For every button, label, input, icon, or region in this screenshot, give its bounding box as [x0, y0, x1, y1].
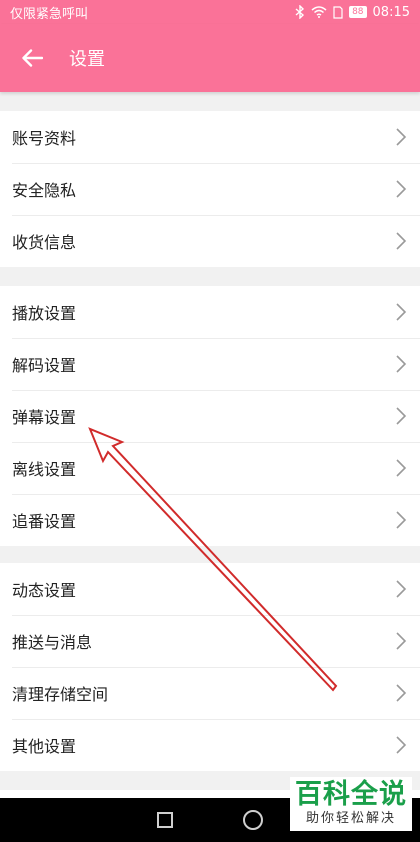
settings-item-push-messages[interactable]: 推送与消息	[0, 615, 420, 667]
settings-item-playback[interactable]: 播放设置	[0, 286, 420, 338]
settings-group-account: 账号资料 安全隐私 收货信息	[0, 111, 420, 267]
watermark-title: 百科全说	[295, 779, 407, 810]
watermark-logo: 百科全说 助你轻松解决	[290, 777, 412, 831]
square-icon[interactable]	[157, 812, 173, 828]
chevron-right-icon	[396, 180, 407, 198]
chevron-right-icon	[396, 511, 407, 529]
chevron-right-icon	[396, 355, 407, 373]
settings-item-label: 其他设置	[12, 737, 77, 756]
settings-item-label: 清理存储空间	[12, 685, 109, 704]
status-bar: 仅限紧急呼叫 88 08:15	[0, 0, 420, 24]
settings-item-feed[interactable]: 动态设置	[0, 563, 420, 615]
back-button[interactable]	[2, 24, 62, 92]
chevron-right-icon	[396, 232, 407, 250]
app-bar: 设置	[0, 24, 420, 92]
sim-icon	[333, 5, 343, 19]
chevron-right-icon	[396, 407, 407, 425]
wifi-icon	[311, 6, 327, 18]
settings-item-decoding[interactable]: 解码设置	[0, 338, 420, 390]
settings-item-label: 追番设置	[12, 512, 77, 531]
clock: 08:15	[372, 4, 410, 20]
settings-item-shipping-info[interactable]: 收货信息	[0, 215, 420, 267]
status-icons: 88 08:15	[295, 5, 410, 20]
page-title: 设置	[69, 49, 105, 70]
settings-item-label: 解码设置	[12, 356, 77, 375]
settings-item-label: 安全隐私	[12, 181, 77, 200]
settings-item-label: 收货信息	[12, 233, 77, 252]
chevron-right-icon	[396, 736, 407, 754]
watermark-subtitle: 助你轻松解决	[305, 811, 396, 826]
chevron-right-icon	[396, 684, 407, 702]
chevron-right-icon	[396, 459, 407, 477]
settings-item-label: 动态设置	[12, 581, 77, 600]
settings-item-security-privacy[interactable]: 安全隐私	[0, 163, 420, 215]
settings-item-other[interactable]: 其他设置	[0, 719, 420, 771]
settings-item-label: 推送与消息	[12, 633, 93, 652]
arrow-left-icon	[22, 49, 43, 67]
settings-item-label: 离线设置	[12, 460, 77, 479]
circle-icon[interactable]	[243, 810, 263, 830]
settings-item-label: 账号资料	[12, 129, 77, 148]
chevron-right-icon	[396, 632, 407, 650]
settings-item-label: 弹幕设置	[12, 408, 77, 427]
chevron-right-icon	[396, 303, 407, 321]
carrier-text: 仅限紧急呼叫	[10, 6, 89, 22]
bluetooth-icon	[295, 5, 305, 19]
settings-item-clear-storage[interactable]: 清理存储空间	[0, 667, 420, 719]
settings-group-playback: 播放设置 解码设置 弹幕设置 离线设置 追番设置	[0, 286, 420, 546]
settings-item-offline[interactable]: 离线设置	[0, 442, 420, 494]
settings-group-other: 动态设置 推送与消息 清理存储空间 其他设置	[0, 563, 420, 771]
chevron-right-icon	[396, 580, 407, 598]
settings-item-danmaku[interactable]: 弹幕设置	[0, 390, 420, 442]
battery-icon: 88	[349, 6, 367, 18]
settings-item-label: 播放设置	[12, 304, 77, 323]
settings-item-account-profile[interactable]: 账号资料	[0, 111, 420, 163]
settings-item-follow-anime[interactable]: 追番设置	[0, 494, 420, 546]
chevron-right-icon	[396, 128, 407, 146]
